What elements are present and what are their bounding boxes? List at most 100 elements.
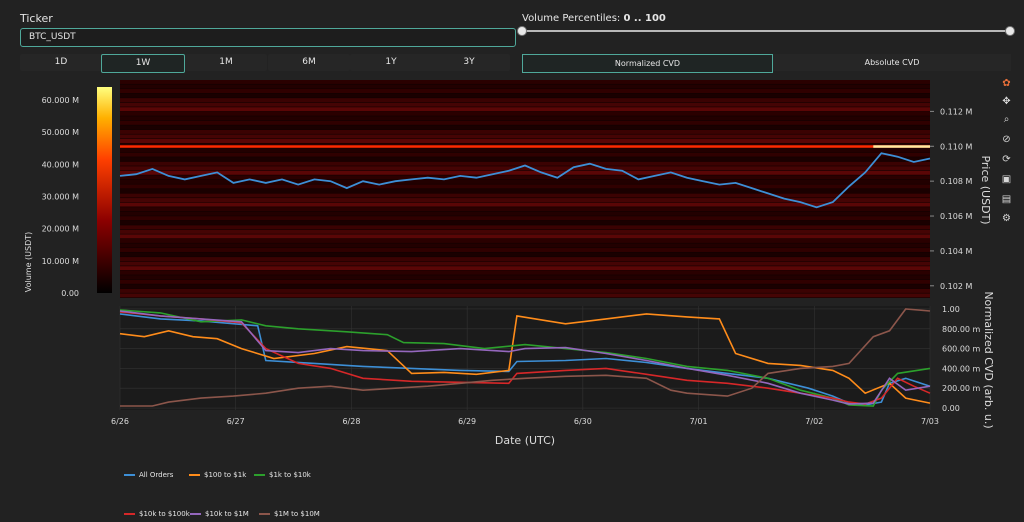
date-tick-label: 6/28: [342, 417, 360, 426]
legend-10k-100k[interactable]: $10k to $100k: [124, 510, 190, 518]
plotly-logo-icon[interactable]: ✿: [999, 77, 1014, 90]
price-axis-title: Price (USDT): [979, 155, 992, 224]
heatmap-band: [120, 207, 930, 212]
heatmap-band: [120, 157, 930, 162]
legend-label: $1M to $10M: [274, 510, 320, 518]
heatmap-band: [120, 111, 930, 116]
legend-10k-1m[interactable]: $10k to $1M: [190, 510, 249, 518]
heatmap-band: [120, 193, 930, 198]
heatmap-band: [120, 107, 930, 112]
legend-1m-10m[interactable]: $1M to $10M: [259, 510, 320, 518]
heatmap-band: [120, 129, 930, 134]
colorbar-tick-label: 0.00: [61, 289, 79, 298]
reset-icon[interactable]: ⟳: [999, 153, 1014, 166]
date-tick-label: 6/27: [227, 417, 245, 426]
legend-swatch: [259, 513, 270, 515]
heatmap-band: [120, 175, 930, 180]
colorbar-tick-label: 10.000 M: [42, 257, 80, 266]
legend-swatch: [189, 474, 200, 476]
cvd-tick-label: 0.00: [942, 404, 960, 413]
heatmap-band: [120, 89, 930, 94]
colorbar-tick-label: 50.000 M: [42, 128, 80, 137]
heatmap-band: [120, 189, 930, 193]
heatmap-band: [120, 248, 930, 252]
heatmap-band: [120, 257, 930, 262]
price-tick-label: 0.112 M: [940, 107, 972, 116]
legend-label: $100 to $1k: [204, 471, 247, 479]
date-axis-title: Date (UTC): [495, 434, 555, 447]
heatmap-band: [120, 238, 930, 243]
legend-100-1k[interactable]: $100 to $1k: [189, 471, 246, 479]
heatmap-band: [120, 84, 930, 89]
heatmap-band: [120, 293, 930, 298]
heatmap-band: [120, 152, 930, 157]
cvd-tick-label: 400.00 m: [942, 364, 981, 373]
legend-all-orders[interactable]: All Orders: [124, 471, 173, 479]
camera-icon[interactable]: ▣: [999, 173, 1014, 186]
heatmap-band: [120, 166, 930, 171]
cvd-axis-title: Normalized CVD (arb. u.): [982, 291, 995, 428]
heatmap-band: [120, 284, 930, 289]
comment-icon[interactable]: ▤: [999, 193, 1014, 206]
colorbar-tick-label: 40.000 M: [42, 160, 80, 169]
heatmap-band: [120, 116, 930, 121]
legend-swatch: [254, 474, 265, 476]
heatmap-band: [120, 270, 930, 275]
heatmap-band: [120, 220, 930, 225]
legend-label: $10k to $100k: [139, 510, 190, 518]
price-tick-label: 0.110 M: [940, 142, 972, 151]
heatmap-band: [120, 275, 930, 280]
price-tick-label: 0.102 M: [940, 282, 972, 291]
cvd-tick-label: 600.00 m: [942, 345, 981, 354]
heatmap-band: [120, 148, 930, 153]
heatmap-band: [120, 229, 930, 234]
colorbar-tick-label: 20.000 M: [42, 225, 80, 234]
cvd-tick-label: 200.00 m: [942, 384, 981, 393]
colorbar-tick-label: 60.000 M: [42, 96, 80, 105]
heatmap-band: [120, 184, 930, 189]
date-tick-label: 6/29: [458, 417, 476, 426]
heatmap-band: [120, 234, 930, 239]
date-tick-label: 7/01: [690, 417, 708, 426]
settings-icon[interactable]: ⚙: [999, 212, 1014, 225]
heatmap-band: [120, 266, 930, 271]
colorbar: [97, 87, 112, 293]
heatmap-band: [120, 211, 930, 216]
heatmap-band: [120, 288, 930, 293]
date-tick-label: 7/02: [805, 417, 823, 426]
heatmap-band: [120, 139, 930, 143]
heatmap-band: [120, 125, 930, 130]
heatmap-band: [120, 80, 930, 84]
heatmap-band: [120, 252, 930, 257]
heatmap-band: [120, 102, 930, 107]
lasso-icon[interactable]: ⊘: [999, 133, 1014, 146]
heatmap-band: [120, 98, 930, 103]
legend-swatch: [124, 474, 135, 476]
heatmap-hot-level: [873, 145, 930, 148]
price-tick-label: 0.104 M: [940, 247, 972, 256]
legend-1k-10k[interactable]: $1k to $10k: [254, 471, 311, 479]
heatmap-band: [120, 225, 930, 230]
cvd-heatmap-chart: 60.000 M 50.000 M 40.000 M 30.000 M 20.000 M…: [24, 80, 995, 447]
heatmap-band: [120, 93, 930, 98]
legend-label: All Orders: [139, 471, 174, 479]
date-tick-label: 7/03: [921, 417, 939, 426]
colorbar-title: Volume (USDT): [24, 232, 33, 293]
pan-icon[interactable]: ✥: [999, 95, 1014, 108]
price-tick-label: 0.106 M: [940, 212, 972, 221]
legend-swatch: [190, 513, 201, 515]
heatmap-band: [120, 198, 930, 203]
heatmap-band: [120, 216, 930, 221]
heatmap-band: [120, 279, 930, 284]
heatmap-bright-level: [120, 145, 930, 148]
zoom-icon[interactable]: ⌕: [999, 113, 1014, 126]
price-tick-label: 0.108 M: [940, 177, 972, 186]
date-tick-label: 6/26: [111, 417, 129, 426]
legend-swatch: [124, 513, 135, 515]
legend-label: $10k to $1M: [205, 510, 249, 518]
heatmap-band: [120, 261, 930, 266]
legend-label: $1k to $10k: [269, 471, 311, 479]
heatmap-band: [120, 134, 930, 139]
date-tick-label: 6/30: [574, 417, 592, 426]
heatmap-band: [120, 120, 930, 125]
